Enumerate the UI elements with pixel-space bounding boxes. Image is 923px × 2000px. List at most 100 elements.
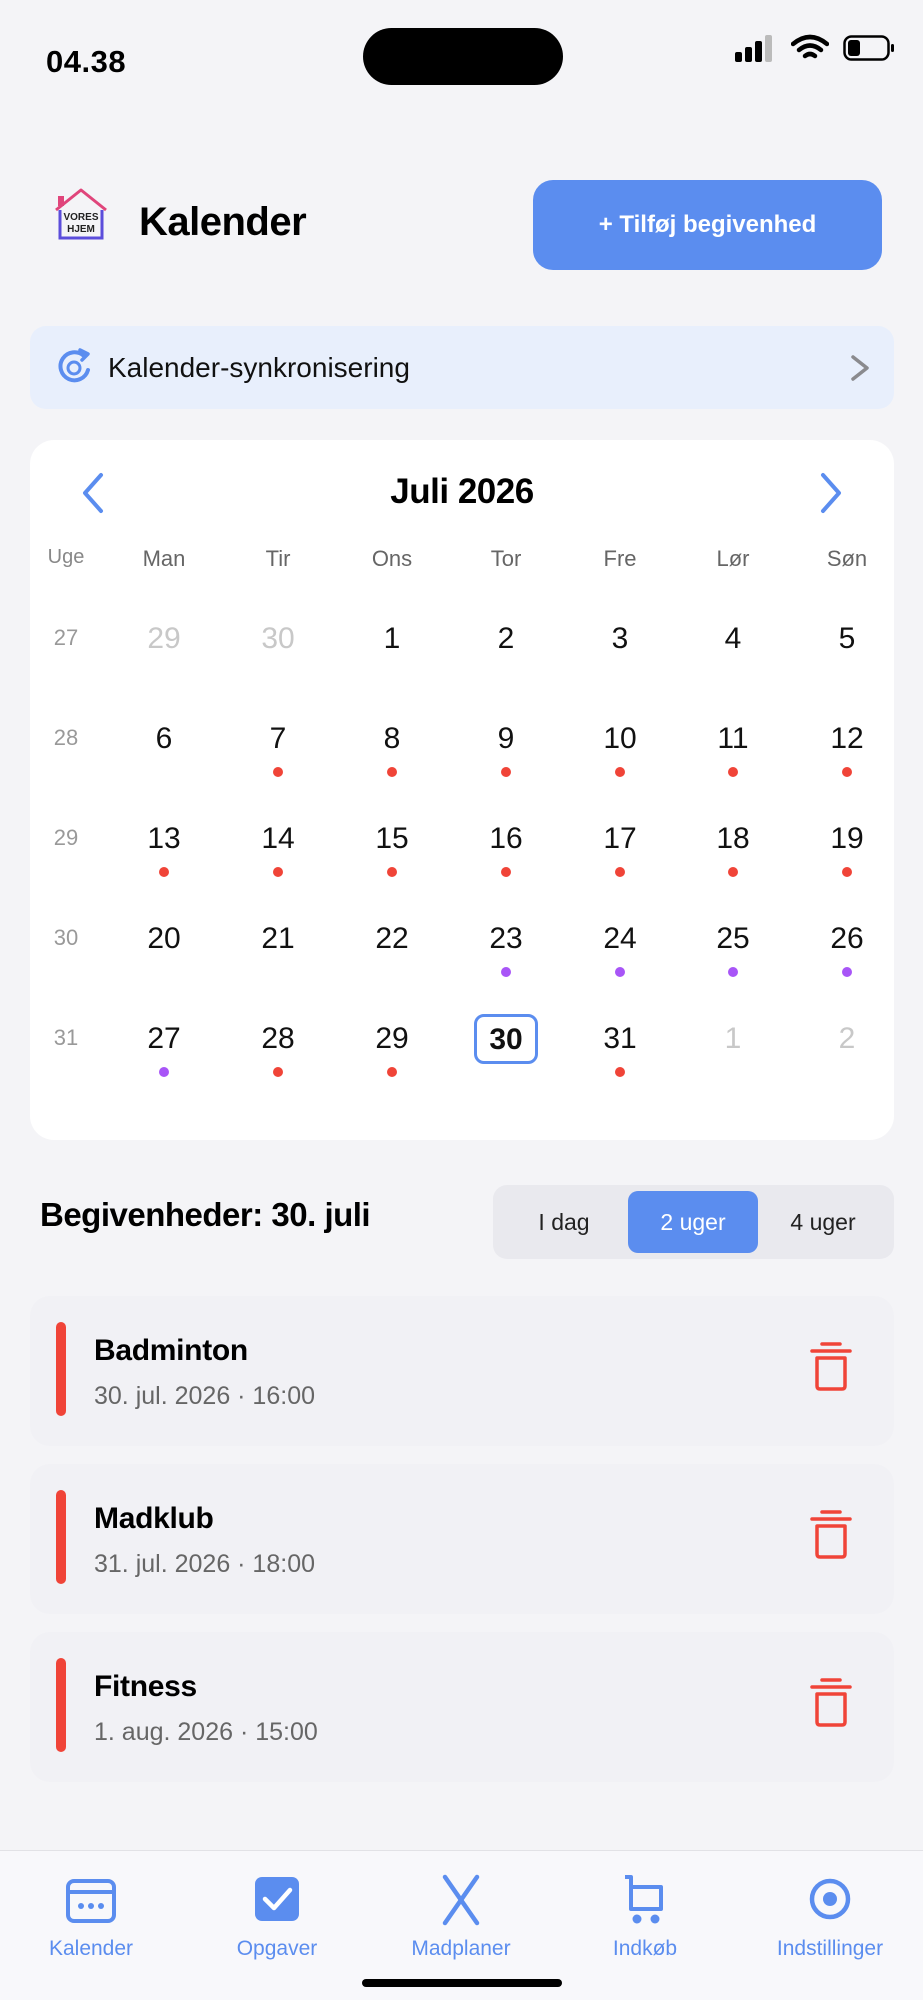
event-indicator-dot [501, 967, 511, 977]
event-datetime: 1. aug. 2026 · 15:00 [94, 1718, 318, 1746]
day-cell[interactable]: 24 [580, 915, 660, 995]
status-bar: 04.38 [0, 0, 923, 110]
dynamic-island [363, 28, 563, 85]
day-number: 8 [383, 722, 401, 755]
weekday-label: Tir [265, 546, 291, 571]
day-cell[interactable]: 29 [352, 1015, 432, 1095]
event-indicator-dot [842, 967, 852, 977]
event-indicator-dot [387, 1067, 397, 1077]
day-cell[interactable]: 27 [124, 1015, 204, 1095]
home-indicator [362, 1979, 562, 1987]
event-color-bar [56, 1658, 66, 1752]
tab-indkoeb[interactable]: Indkøb [570, 1873, 720, 1961]
event-indicator-dot [387, 867, 397, 877]
day-cell-today[interactable]: 30 [466, 1014, 546, 1095]
day-cell[interactable]: 30 [238, 615, 318, 695]
day-cell[interactable]: 5 [807, 615, 887, 695]
range-segmented-control: I dag 2 uger 4 uger [493, 1185, 894, 1259]
range-option-4-weeks[interactable]: 4 uger [758, 1191, 888, 1253]
chevron-right-icon [851, 355, 869, 381]
day-cell[interactable]: 14 [238, 815, 318, 895]
day-number: 7 [269, 722, 287, 755]
day-cell[interactable]: 15 [352, 815, 432, 895]
day-number: 30 [474, 1014, 538, 1064]
day-cell[interactable]: 2 [807, 1015, 887, 1095]
week-number: 27 [53, 625, 79, 650]
day-cell[interactable]: 9 [466, 715, 546, 795]
day-number: 31 [603, 1022, 637, 1055]
day-number: 27 [147, 1022, 181, 1055]
status-icons [735, 34, 895, 62]
event-title: Fitness [94, 1670, 197, 1703]
trash-icon[interactable] [808, 1338, 854, 1392]
day-cell[interactable]: 3 [580, 615, 660, 695]
day-cell[interactable]: 22 [352, 915, 432, 995]
event-card[interactable]: Fitness 1. aug. 2026 · 15:00 [30, 1632, 894, 1782]
day-cell[interactable]: 12 [807, 715, 887, 795]
weekday-label: Fre [603, 546, 637, 571]
day-cell[interactable]: 26 [807, 915, 887, 995]
signal-icon [735, 35, 772, 62]
day-cell[interactable]: 18 [693, 815, 773, 895]
range-option-2-weeks[interactable]: 2 uger [628, 1191, 758, 1253]
event-indicator-dot [159, 867, 169, 877]
tab-label: Indstillinger [776, 1937, 884, 1960]
day-number: 3 [611, 622, 629, 655]
event-indicator-dot [615, 967, 625, 977]
weekday-label: Søn [826, 546, 868, 571]
day-cell[interactable]: 4 [693, 615, 773, 695]
tab-label: Opgaver [236, 1937, 318, 1960]
day-cell[interactable]: 13 [124, 815, 204, 895]
day-cell[interactable]: 19 [807, 815, 887, 895]
event-color-bar [56, 1322, 66, 1416]
tab-kalender[interactable]: Kalender [16, 1873, 166, 1961]
day-cell[interactable]: 6 [124, 715, 204, 795]
day-number: 22 [375, 922, 409, 955]
event-indicator-dot [501, 767, 511, 777]
day-number: 29 [147, 622, 181, 655]
day-number: 18 [716, 822, 750, 855]
day-cell[interactable]: 1 [352, 615, 432, 695]
next-month-button[interactable] [808, 468, 854, 518]
sync-label: Kalender-synkronisering [108, 352, 410, 383]
tab-madplaner[interactable]: Madplaner [386, 1873, 536, 1961]
tab-opgaver[interactable]: Opgaver [202, 1873, 352, 1961]
calendar-week-row: 28 6 7 8 9 10 11 12 [30, 715, 894, 815]
event-indicator-dot [615, 867, 625, 877]
week-number: 29 [53, 825, 79, 850]
day-cell[interactable]: 10 [580, 715, 660, 795]
add-event-button[interactable]: + Tilføj begivenhed [533, 180, 882, 270]
day-number: 5 [838, 622, 856, 655]
event-indicator-dot [842, 767, 852, 777]
event-indicator-dot [842, 867, 852, 877]
weekday-label: Ons [371, 546, 413, 571]
day-cell[interactable]: 28 [238, 1015, 318, 1095]
event-card[interactable]: Madklub 31. jul. 2026 · 18:00 [30, 1464, 894, 1614]
day-cell[interactable]: 11 [693, 715, 773, 795]
day-cell[interactable]: 16 [466, 815, 546, 895]
day-cell[interactable]: 1 [693, 1015, 773, 1095]
day-cell[interactable]: 25 [693, 915, 773, 995]
event-card[interactable]: Badminton 30. jul. 2026 · 16:00 [30, 1296, 894, 1446]
day-cell[interactable]: 7 [238, 715, 318, 795]
day-cell[interactable]: 31 [580, 1015, 660, 1095]
day-cell[interactable]: 8 [352, 715, 432, 795]
day-cell[interactable]: 21 [238, 915, 318, 995]
tab-bar: Kalender Opgaver Madplaner Indkøb Indsti… [0, 1850, 923, 2000]
day-number: 13 [147, 822, 181, 855]
calendar-sync-row[interactable]: Kalender-synkronisering [30, 326, 894, 409]
tab-indstillinger[interactable]: Indstillinger [755, 1873, 905, 1961]
day-cell[interactable]: 2 [466, 615, 546, 695]
event-indicator-dot [728, 967, 738, 977]
trash-icon[interactable] [808, 1674, 854, 1728]
tab-label: Indkøb [612, 1937, 678, 1960]
weekday-label: Tor [490, 546, 522, 571]
day-cell[interactable]: 23 [466, 915, 546, 995]
day-cell[interactable]: 20 [124, 915, 204, 995]
day-number: 24 [603, 922, 637, 955]
range-option-today[interactable]: I dag [499, 1191, 629, 1253]
day-cell[interactable]: 29 [124, 615, 204, 695]
tab-label: Kalender [48, 1937, 134, 1960]
trash-icon[interactable] [808, 1506, 854, 1560]
day-cell[interactable]: 17 [580, 815, 660, 895]
